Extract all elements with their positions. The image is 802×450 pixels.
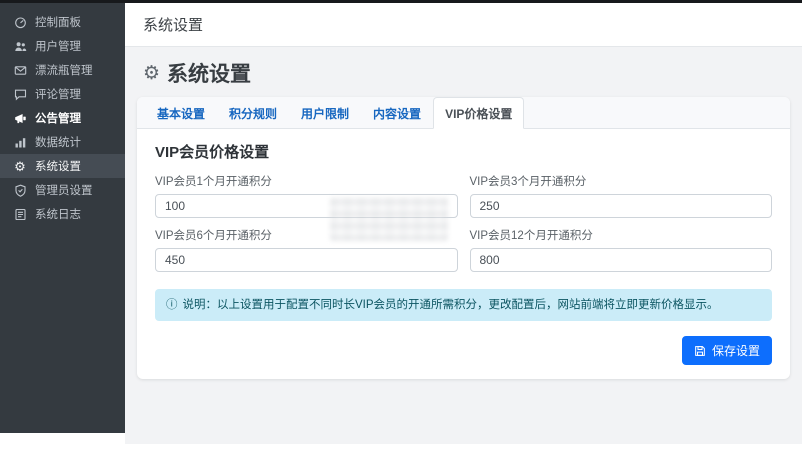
sidebar: 控制面板 用户管理 漂流瓶管理 评论管理 公告管理 数据统计 ⚙ 系统设置 管理…	[0, 3, 125, 433]
sidebar-item-label: 管理员设置	[35, 185, 93, 197]
form-field: VIP会员1个月开通积分	[155, 173, 458, 218]
chart-icon	[13, 135, 27, 149]
sidebar-menu: 控制面板 用户管理 漂流瓶管理 评论管理 公告管理 数据统计 ⚙ 系统设置 管理…	[0, 10, 125, 226]
shield-icon	[13, 183, 27, 197]
top-navbar: 系统设置	[125, 3, 802, 47]
page-title: 系统设置	[167, 63, 252, 86]
vip-points-input-0[interactable]	[155, 194, 458, 218]
tab-3[interactable]: 内容设置	[361, 97, 433, 129]
comment-icon	[13, 87, 27, 101]
form-field: VIP会员12个月开通积分	[469, 227, 772, 272]
sidebar-item-8[interactable]: 系统日志	[0, 202, 125, 226]
settings-tabs: 基本设置 积分规则 用户限制 内容设置 VIP价格设置	[137, 97, 790, 129]
envelope-icon	[13, 63, 27, 77]
navbar-title: 系统设置	[143, 17, 204, 34]
settings-card-body: VIP会员价格设置 VIP会员1个月开通积分 VIP会员3个月开通积分 VIP会…	[137, 129, 790, 379]
tab-2[interactable]: 用户限制	[289, 97, 361, 129]
tab-4[interactable]: VIP价格设置	[433, 97, 525, 129]
form-field: VIP会员6个月开通积分	[155, 227, 458, 272]
sidebar-item-7[interactable]: 管理员设置	[0, 178, 125, 202]
gear-icon: ⚙	[14, 158, 26, 174]
actions-row: 保存设置	[155, 336, 772, 366]
form-field: VIP会员3个月开通积分	[469, 173, 772, 218]
info-alert: ⓘ 说明：以上设置用于配置不同时长VIP会员的开通所需积分，更改配置后，网站前端…	[155, 289, 772, 322]
megaphone-icon	[13, 111, 27, 125]
sidebar-item-4[interactable]: 公告管理	[0, 106, 125, 130]
sidebar-item-label: 控制面板	[35, 17, 81, 29]
tab-1[interactable]: 积分规则	[217, 97, 289, 129]
dashboard-icon	[13, 15, 27, 29]
log-icon	[13, 207, 27, 221]
vip-price-form: VIP会员1个月开通积分 VIP会员3个月开通积分 VIP会员6个月开通积分 V…	[155, 173, 772, 272]
sidebar-item-label: 用户管理	[35, 41, 81, 53]
sidebar-item-1[interactable]: 用户管理	[0, 34, 125, 58]
field-label: VIP会员6个月开通积分	[155, 230, 272, 242]
sidebar-item-0[interactable]: 控制面板	[0, 10, 125, 34]
field-label: VIP会员12个月开通积分	[469, 230, 593, 242]
settings-card: 基本设置 积分规则 用户限制 内容设置 VIP价格设置 VIP会员价格设置 VI…	[137, 97, 790, 380]
save-settings-button[interactable]: 保存设置	[681, 336, 772, 366]
field-label: VIP会员1个月开通积分	[155, 176, 272, 188]
vip-points-input-2[interactable]	[155, 248, 458, 272]
section-title: VIP会员价格设置	[155, 144, 270, 161]
sidebar-item-5[interactable]: 数据统计	[0, 130, 125, 154]
app-container: 控制面板 用户管理 漂流瓶管理 评论管理 公告管理 数据统计 ⚙ 系统设置 管理…	[0, 3, 802, 444]
sidebar-item-3[interactable]: 评论管理	[0, 82, 125, 106]
sidebar-item-label: 系统设置	[35, 161, 81, 173]
gear-icon: ⚙	[143, 62, 161, 84]
sidebar-item-6[interactable]: ⚙ 系统设置	[0, 154, 125, 178]
field-label: VIP会员3个月开通积分	[469, 176, 587, 188]
tab-0[interactable]: 基本设置	[145, 97, 217, 129]
users-icon	[13, 39, 27, 53]
sidebar-item-2[interactable]: 漂流瓶管理	[0, 58, 125, 82]
save-icon	[694, 345, 706, 357]
info-circle-icon: ⓘ	[166, 299, 178, 311]
sidebar-item-label: 公告管理	[35, 113, 81, 125]
info-alert-text: 说明：以上设置用于配置不同时长VIP会员的开通所需积分，更改配置后，网站前端将立…	[182, 299, 719, 311]
sidebar-item-label: 评论管理	[35, 89, 81, 101]
sidebar-item-label: 漂流瓶管理	[35, 65, 93, 77]
save-button-label: 保存设置	[711, 344, 760, 359]
page-header: ⚙ 系统设置	[125, 47, 802, 97]
vip-points-input-3[interactable]	[469, 248, 772, 272]
main-area: 系统设置 ⚙ 系统设置 基本设置 积分规则 用户限制 内容设置 VIP价格设置 …	[125, 3, 802, 444]
sidebar-item-label: 数据统计	[35, 137, 81, 149]
vip-points-input-1[interactable]	[469, 194, 772, 218]
sidebar-item-label: 系统日志	[35, 209, 81, 221]
